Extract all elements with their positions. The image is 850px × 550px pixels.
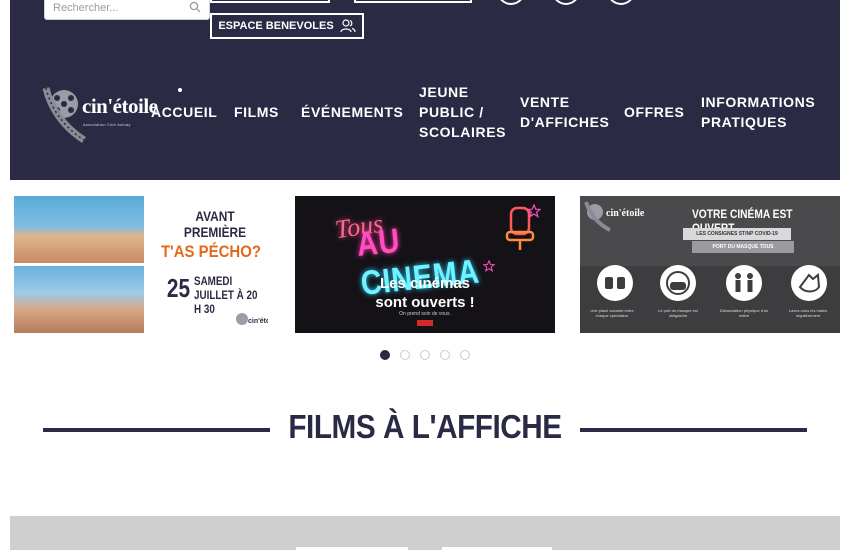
slide-caption: Le port du masque est obligatoire	[658, 308, 698, 318]
slide-caption: Lavez-vous les mains régulièrement	[788, 308, 828, 318]
slide-caption: Distanciation physique d'un mètre	[719, 308, 769, 318]
slide-title: AVANT PREMIÈRE	[183, 208, 247, 240]
search-box[interactable]	[44, 0, 210, 20]
slide-rule-1: LES CONSIGNES ST/NP COVID-19	[683, 228, 791, 240]
nav-jeune-public[interactable]: JEUNE PUBLIC / SCOLAIRES	[419, 82, 505, 142]
carousel-dot[interactable]	[460, 350, 470, 360]
films-filter-band	[10, 516, 840, 550]
movie-poster-photo-top	[14, 196, 144, 263]
slide-message: Les cinémas sont ouverts !	[295, 274, 555, 312]
cinetoile-logo-small: cin'étoile	[584, 201, 644, 232]
main-nav: ACCUEIL FILMS ÉVÉNEMENTS JEUNE PUBLIC / …	[10, 80, 840, 160]
slide-message-line1: Les cinémas	[379, 275, 471, 292]
seat-spacing-icon	[597, 265, 633, 301]
search-icon[interactable]	[189, 1, 201, 13]
carousel-dot[interactable]	[400, 350, 410, 360]
slide-message-line2: sont ouverts !	[375, 294, 475, 311]
carousel-dot[interactable]	[420, 350, 430, 360]
nav-accueil[interactable]: ACCUEIL	[151, 102, 217, 122]
nav-offres[interactable]: OFFRES	[624, 102, 684, 122]
section-title: FILMS À L'AFFICHE	[288, 408, 562, 445]
movie-poster-photo-bottom	[14, 266, 144, 333]
hand-wash-icon	[791, 265, 827, 301]
nav-films[interactable]: FILMS	[234, 102, 279, 122]
slide-badge	[417, 320, 433, 326]
youtube-icon[interactable]	[607, 0, 635, 5]
top-link-button[interactable]	[210, 0, 330, 3]
carousel-dot[interactable]	[380, 350, 390, 360]
section-divider-left	[43, 428, 270, 432]
slide-headline: T'AS PÉCHO?	[161, 242, 261, 261]
star-icon	[483, 260, 495, 272]
slide-rule-2: PORT DU MASQUE TOUS	[692, 241, 794, 253]
carousel-slide-avant-premiere[interactable]: AVANT PREMIÈRE T'AS PÉCHO? 25 SAMEDI JUI…	[14, 196, 272, 333]
distance-icon	[726, 265, 762, 301]
site-header: ESPACE BENEVOLES cin'étoile Association …	[10, 0, 840, 180]
cinetoile-small-logo: cin'étoile	[236, 313, 268, 325]
users-icon	[340, 19, 356, 33]
slide-caption: Une place vacante entre chaque spectateu…	[590, 308, 634, 318]
nav-vente-affiches[interactable]: VENTE D'AFFICHES	[520, 92, 610, 132]
slide-small-text: On prend soin de vous.	[399, 311, 451, 317]
instagram-icon[interactable]	[552, 0, 580, 5]
slide-day: 25	[166, 273, 191, 303]
espace-benevoles-label: ESPACE BENEVOLES	[218, 20, 334, 32]
search-input[interactable]	[53, 0, 183, 16]
carousel-slide-tous-au-cinema[interactable]: Tous AU CINEMA Les cinémas sont ouverts …	[295, 196, 555, 333]
slide-au: AU	[354, 221, 403, 265]
slide-date-line1: SAMEDI	[194, 274, 233, 288]
svg-text:cin'étoile: cin'étoile	[248, 318, 268, 325]
star-icon	[527, 204, 541, 218]
top-link-button[interactable]	[354, 0, 472, 3]
svg-text:cin'étoile: cin'étoile	[606, 208, 644, 219]
carousel-slide-cinema-ouvert[interactable]: cin'étoile VOTRE CINÉMA EST OUVERT LES C…	[580, 196, 840, 333]
nav-evenements[interactable]: ÉVÉNEMENTS	[301, 102, 403, 122]
mask-icon	[660, 265, 696, 301]
facebook-icon[interactable]	[497, 0, 525, 5]
section-divider-right	[580, 428, 807, 432]
carousel-pagination	[380, 350, 480, 360]
nav-informations-pratiques[interactable]: INFORMATIONS PRATIQUES	[701, 92, 821, 132]
espace-benevoles-button[interactable]: ESPACE BENEVOLES	[210, 13, 364, 39]
carousel-dot[interactable]	[440, 350, 450, 360]
